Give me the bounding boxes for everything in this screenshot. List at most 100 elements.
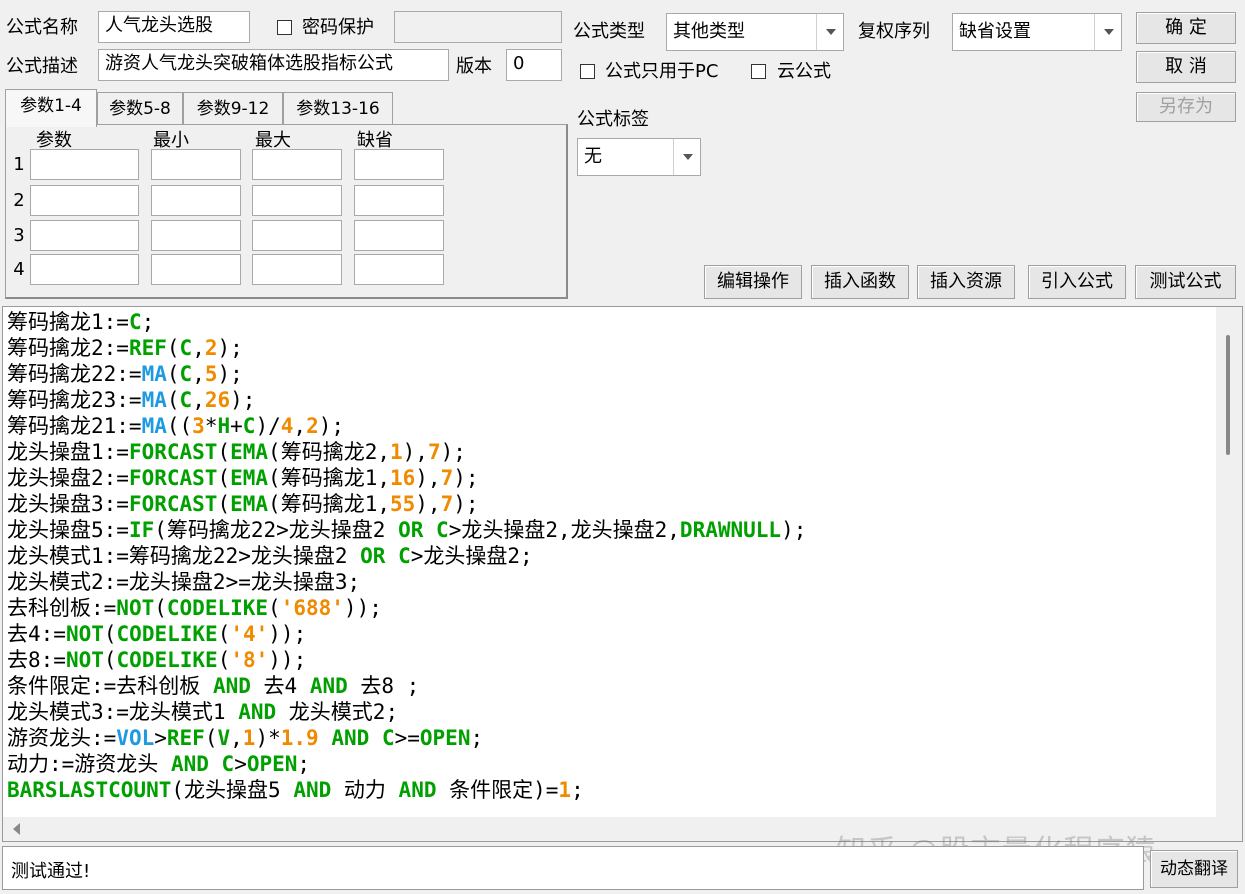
formula-name-input[interactable]: 人气龙头选股 (98, 11, 250, 43)
param-default-input[interactable] (354, 149, 444, 180)
param-min-input[interactable] (151, 149, 241, 180)
code-token: ( (217, 622, 231, 646)
code-editor[interactable]: 筹码擒龙1:=C; 筹码擒龙2:=REF(C,2); 筹码擒龙22:=MA(C,5)… (2, 306, 1243, 842)
tag-select[interactable]: 无 (577, 138, 701, 176)
code-token: (筹码擒龙1, (268, 466, 390, 490)
scroll-left-icon[interactable] (13, 823, 20, 835)
password-label: 密码保护 (302, 17, 374, 38)
pc-only-checkbox[interactable] (580, 64, 595, 79)
param-default-input[interactable] (354, 220, 444, 251)
code-token: C (398, 544, 411, 568)
code-token: OPEN (246, 752, 298, 776)
code-token: 筹码擒龙1:= (7, 310, 129, 334)
param-max-input[interactable] (252, 185, 342, 216)
code-token: ( (217, 440, 231, 464)
code-token: 5 (204, 362, 218, 386)
param-default-input[interactable] (354, 185, 444, 216)
code-token: 1.9 (280, 726, 319, 750)
code-line: 去8:=NOT(CODELIKE('8')); (7, 647, 306, 673)
code-token: C (179, 336, 193, 360)
code-token: NOT (65, 622, 104, 646)
code-line: 龙头操盘1:=FORCAST(EMA(筹码擒龙2,1),7); (7, 439, 466, 465)
code-line: 筹码擒龙22:=MA(C,5); (7, 361, 243, 387)
code-token: 筹码擒龙2:= (7, 336, 129, 360)
formula-type-select[interactable]: 其他类型 (666, 13, 844, 51)
code-token: ( (103, 648, 117, 672)
chevron-down-icon[interactable] (1094, 14, 1121, 50)
param-name-input[interactable] (30, 254, 139, 285)
code-token: 去科创板:= (7, 596, 117, 620)
cancel-button[interactable]: 取 消 (1136, 51, 1236, 83)
password-checkbox[interactable] (277, 20, 292, 35)
formula-desc-input[interactable]: 游资人气龙头突破箱体选股指标公式 (98, 49, 449, 81)
param-row-number: 1 (13, 154, 25, 175)
password-input[interactable] (394, 11, 562, 43)
code-token: , (293, 414, 307, 438)
code-line: 条件限定:=去科创板 AND 去4 AND 去8 ; (7, 673, 419, 699)
code-token: 去8:= (7, 648, 66, 672)
tab-params-13-16[interactable]: 参数13-16 (283, 92, 393, 124)
edit-operation-button[interactable]: 编辑操作 (704, 265, 802, 299)
code-token: )); (268, 648, 307, 672)
param-name-input[interactable] (30, 185, 139, 216)
tab-params-9-12[interactable]: 参数9-12 (183, 92, 283, 124)
cloud-checkbox[interactable] (751, 64, 766, 79)
code-line: 龙头操盘2:=FORCAST(EMA(筹码擒龙1,16),7); (7, 465, 479, 491)
code-token: NOT (116, 596, 155, 620)
code-token: ( (268, 596, 281, 620)
code-token: NOT (65, 648, 104, 672)
code-token: 16 (389, 466, 416, 490)
dynamic-translate-button[interactable]: 动态翻译 (1150, 850, 1238, 888)
param-max-input[interactable] (252, 149, 342, 180)
version-input[interactable]: 0 (506, 49, 562, 81)
param-row-number: 2 (13, 190, 25, 211)
test-formula-button[interactable]: 测试公式 (1135, 265, 1236, 299)
param-row-number: 3 (13, 225, 25, 246)
param-min-input[interactable] (151, 220, 241, 251)
save-as-button[interactable]: 另存为 (1136, 92, 1236, 122)
insert-resource-button[interactable]: 插入资源 (917, 265, 1015, 299)
code-line: 龙头操盘3:=FORCAST(EMA(筹码擒龙1,55),7); (7, 491, 479, 517)
code-token: 龙头模式3:=龙头模式1 (7, 700, 239, 724)
tab-params-1-4[interactable]: 参数1-4 (5, 89, 97, 127)
param-name-input[interactable] (30, 220, 139, 251)
code-token: 筹码擒龙22:= (7, 362, 142, 386)
code-token: 2 (204, 336, 218, 360)
param-max-input[interactable] (252, 254, 342, 285)
code-token: EMA (230, 466, 269, 490)
param-max-input[interactable] (252, 220, 342, 251)
scrollbar-thumb[interactable] (1226, 335, 1230, 455)
code-token: 龙头操盘1:= (7, 440, 129, 464)
code-token: (龙头操盘5 (171, 778, 294, 802)
code-token: C (242, 414, 256, 438)
chevron-down-icon[interactable] (816, 14, 843, 50)
code-token: 筹码擒龙23:= (7, 388, 142, 412)
param-min-input[interactable] (151, 254, 241, 285)
code-token: MA (141, 362, 167, 386)
param-name-input[interactable] (30, 149, 139, 180)
param-default-input[interactable] (354, 254, 444, 285)
code-token: ( (154, 596, 167, 620)
import-formula-button[interactable]: 引入公式 (1028, 265, 1126, 299)
formula-type-value: 其他类型 (673, 21, 745, 42)
code-token: ( (166, 388, 180, 412)
chevron-down-icon[interactable] (673, 139, 700, 175)
code-token: 7 (440, 492, 454, 516)
vertical-scrollbar[interactable] (1216, 307, 1242, 841)
ok-button[interactable]: 确 定 (1136, 12, 1236, 44)
code-line: 去4:=NOT(CODELIKE('4')); (7, 621, 306, 647)
code-token: 龙头模式1:=筹码擒龙22>龙头操盘2 (7, 544, 361, 568)
code-token: AND (212, 674, 251, 698)
tab-params-5-8[interactable]: 参数5-8 (97, 92, 183, 124)
code-token: CODELIKE (116, 648, 218, 672)
status-output: 测试通过! (2, 846, 1144, 890)
code-token: > (234, 752, 247, 776)
param-min-input[interactable] (151, 185, 241, 216)
rights-label: 复权序列 (858, 21, 930, 42)
rights-select[interactable]: 缺省设置 (952, 13, 1122, 51)
insert-function-button[interactable]: 插入函数 (811, 265, 909, 299)
code-token: 龙头模式2; (276, 700, 399, 724)
code-token: VOL (116, 726, 155, 750)
code-token: 去4:= (7, 622, 66, 646)
